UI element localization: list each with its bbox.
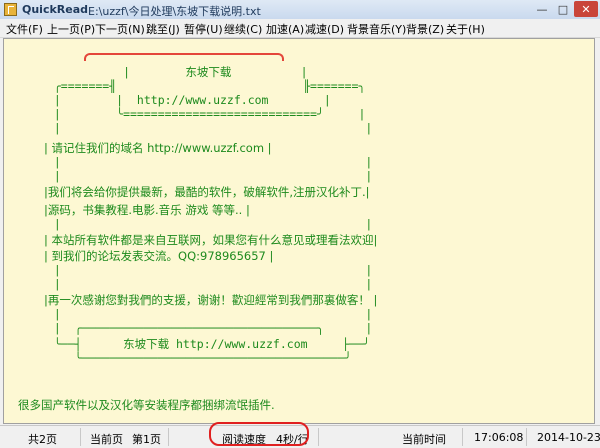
menu-bg-music[interactable]: 背景音乐(Y) (347, 21, 406, 37)
reading-area[interactable]: | 东坡下载 | ╭=======╢ ╟=======╮ | | http://… (3, 38, 595, 424)
art-line: | 东坡下载 | (40, 65, 308, 79)
app-title: QuickRead (22, 3, 89, 16)
status-divider (80, 428, 81, 446)
art-line: | 本站所有软件都是来自互联网，如果您有什么意见或理看法欢迎| (44, 233, 378, 247)
art-line: | | http://www.uzzf.com | (40, 93, 331, 107)
art-line: ╰──┤ 东坡下载 http://www.uzzf.com ├──╯ (40, 337, 370, 351)
art-line: | | (40, 307, 373, 321)
total-pages: 共2页 (28, 433, 57, 446)
status-divider (462, 428, 463, 446)
menu-slow-down[interactable]: 减速(D) (305, 21, 344, 37)
art-line: |源码，书集教程.电影.音乐 游戏 等等.. | (44, 203, 250, 217)
art-line: | | (40, 155, 373, 169)
status-divider (318, 428, 319, 446)
art-line: ╰──────────────────────────────────────╯ (40, 351, 352, 365)
status-divider (168, 428, 169, 446)
menu-pause[interactable]: 暂停(U) (184, 21, 223, 37)
red-arc-decoration (84, 53, 284, 61)
time-value: 17:06:08 (474, 431, 524, 444)
menu-continue[interactable]: 继续(C) (224, 21, 262, 37)
time-label: 当前时间 (402, 433, 446, 446)
status-divider (526, 428, 527, 446)
close-button[interactable]: ✕ (574, 1, 598, 17)
menu-bar: 文件(F) 上一页(P) 下一页(N) 跳至(J) 暂停(U) 继续(C) 加速… (0, 19, 600, 38)
art-line: |我们将会给你提供最新，最酷的软件，破解软件,注册汉化补丁.| (44, 185, 370, 199)
art-line: | 请记住我们的域名 http://www.uzzf.com | (44, 141, 272, 155)
menu-next-page[interactable]: 下一页(N) (95, 21, 145, 37)
menu-jump[interactable]: 跳至(J) (146, 21, 180, 37)
art-line: | | (40, 169, 373, 183)
art-line: |再一次感谢您對我們的支援，谢谢！歡迎經常到我們那裏做客！ | (44, 293, 378, 307)
file-path: E:\uzzf\今日处理\东坡下载说明.txt (88, 5, 261, 18)
speed-highlight-marker (209, 422, 309, 446)
art-line: | | (40, 263, 373, 277)
menu-speed-up[interactable]: 加速(A) (266, 21, 304, 37)
title-bar: QuickRead E:\uzzf\今日处理\东坡下载说明.txt — □ ✕ (0, 0, 600, 20)
app-icon (4, 3, 17, 16)
art-line: | 到我们的论坛发表交流。QQ:978965657 | (44, 249, 274, 263)
current-page-value: 第1页 (132, 433, 161, 446)
art-line: | ╰============================╯ | (40, 107, 366, 121)
menu-background[interactable]: 背景(Z) (406, 21, 444, 37)
current-page-label: 当前页 (90, 433, 123, 446)
art-line: | ╭──────────────────────────────────╮ | (40, 321, 373, 335)
art-line: | | (40, 217, 373, 231)
date-value: 2014-10-23 (537, 431, 600, 444)
art-line: | | (40, 121, 373, 135)
maximize-button[interactable]: □ (553, 1, 573, 17)
minimize-button[interactable]: — (532, 1, 552, 17)
menu-prev-page[interactable]: 上一页(P) (47, 21, 95, 37)
art-line: ╭=======╢ ╟=======╮ (40, 79, 366, 93)
footer-text: 很多国产软件以及汉化等安装程序都捆绑流氓插件. (18, 398, 275, 412)
menu-about[interactable]: 关于(H) (446, 21, 485, 37)
art-line: | | (40, 277, 373, 291)
menu-file[interactable]: 文件(F) (6, 21, 43, 37)
